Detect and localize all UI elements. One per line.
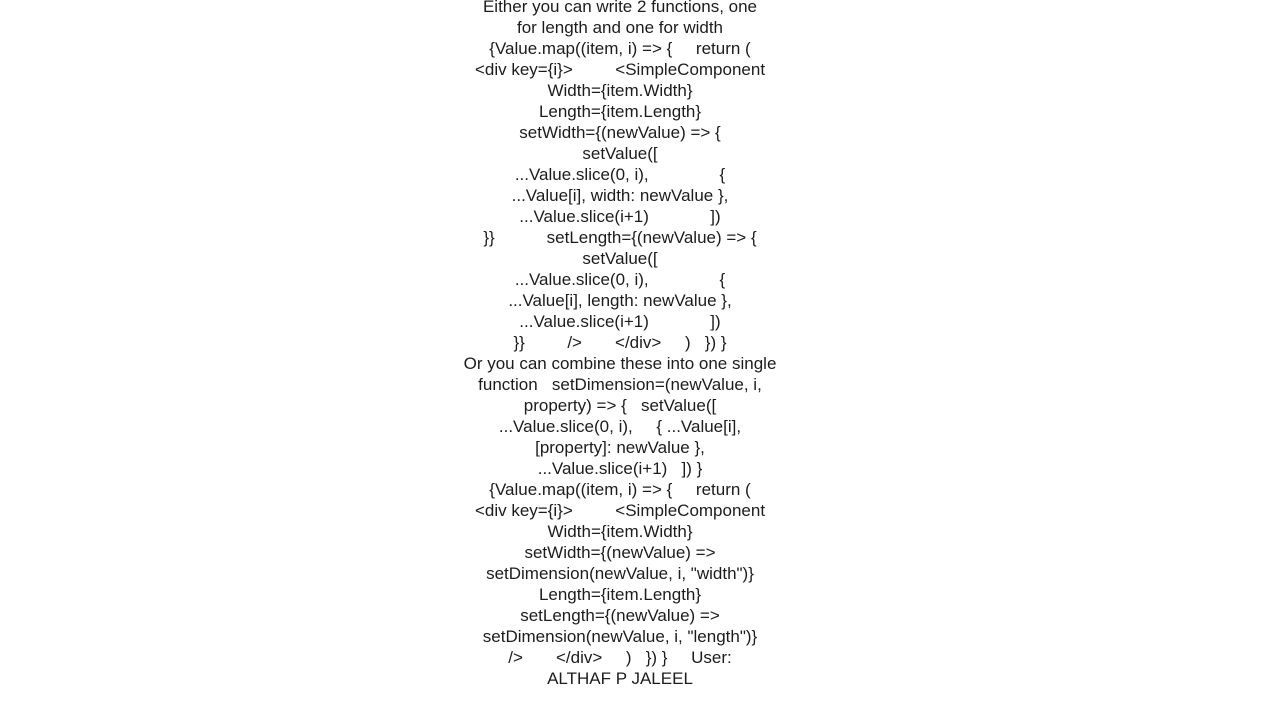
text-line: {Value.map((item, i) => { return (	[450, 38, 790, 59]
text-line: setWidth={(newValue) => {	[450, 122, 790, 143]
text-line: Width={item.Width}	[450, 80, 790, 101]
text-line: Length={item.Length}	[450, 101, 790, 122]
text-line: setValue([	[450, 143, 790, 164]
text-line: ...Value.slice(i+1) ])	[450, 311, 790, 332]
text-line: <div key={i}> <SimpleComponent	[450, 500, 790, 521]
text-line-cut: ALTHAF P JALEEL	[450, 668, 790, 686]
text-line: ...Value.slice(0, i), {	[450, 269, 790, 290]
text-line: }} /> </div> ) }) }	[450, 332, 790, 353]
document-text-block: Either you can write 2 functions, one fo…	[450, 0, 790, 686]
text-line: [property]: newValue },	[450, 437, 790, 458]
text-line: ...Value[i], length: newValue },	[450, 290, 790, 311]
text-line: Width={item.Width}	[450, 521, 790, 542]
text-line: ...Value.slice(i+1) ])	[450, 206, 790, 227]
text-line: ...Value.slice(0, i), {	[450, 164, 790, 185]
text-line: /> </div> ) }) } User:	[450, 647, 790, 668]
text-line: setWidth={(newValue) =>	[450, 542, 790, 563]
text-line: {Value.map((item, i) => { return (	[450, 479, 790, 500]
text-line: setValue([	[450, 248, 790, 269]
text-line: setLength={(newValue) =>	[450, 605, 790, 626]
text-line: setDimension(newValue, i, "width")}	[450, 563, 790, 584]
text-line: ...Value.slice(i+1) ]) }	[450, 458, 790, 479]
text-line: for length and one for width	[450, 17, 790, 38]
text-line: function setDimension=(newValue, i,	[450, 374, 790, 395]
text-line: Or you can combine these into one single	[450, 353, 790, 374]
text-line: ...Value.slice(0, i), { ...Value[i],	[450, 416, 790, 437]
text-line: setDimension(newValue, i, "length")}	[450, 626, 790, 647]
text-line: ...Value[i], width: newValue },	[450, 185, 790, 206]
text-line: <div key={i}> <SimpleComponent	[450, 59, 790, 80]
text-line: Either you can write 2 functions, one	[450, 0, 790, 17]
text-line: }} setLength={(newValue) => {	[450, 227, 790, 248]
text-line: property) => { setValue([	[450, 395, 790, 416]
text-line: Length={item.Length}	[450, 584, 790, 605]
